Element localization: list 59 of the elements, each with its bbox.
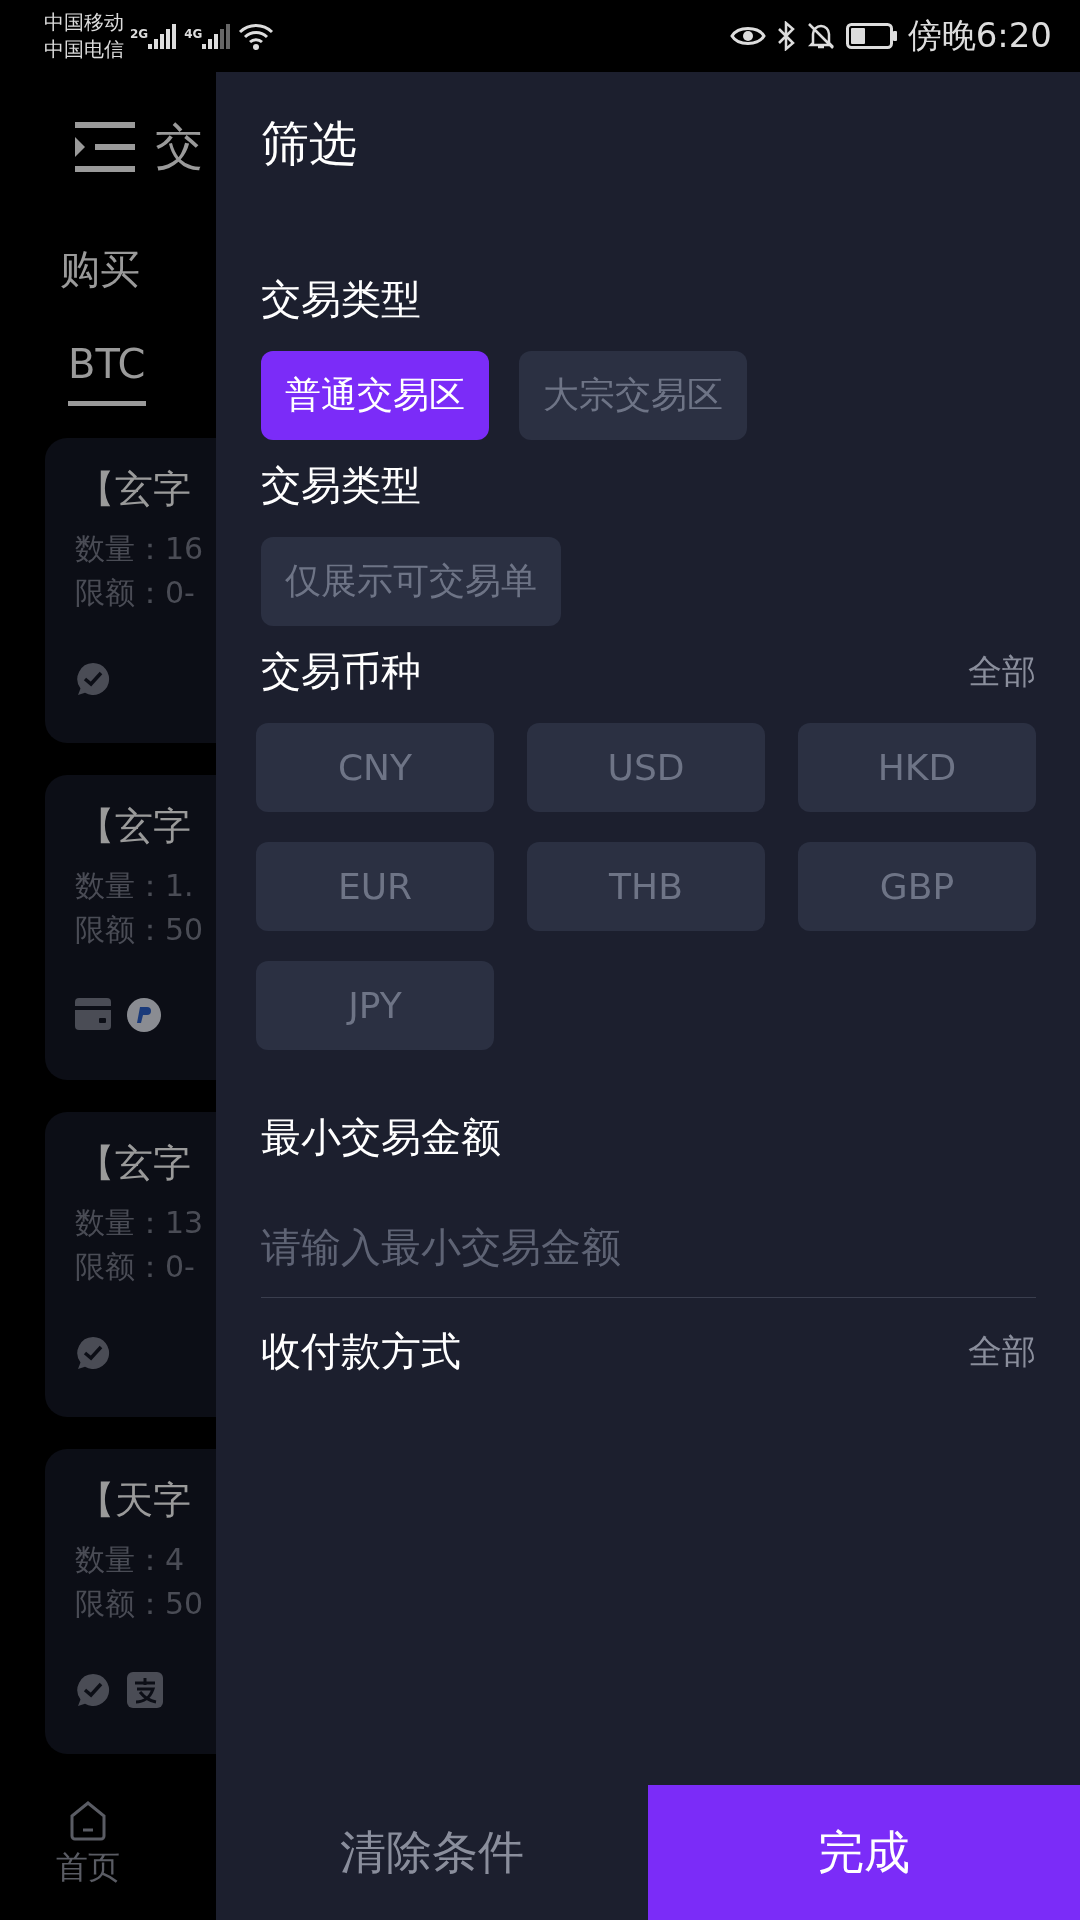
battery-icon [845,23,898,49]
listing-name: 【玄字 [77,803,192,850]
chat-check-icon [75,1672,111,1708]
amount-input-field[interactable]: 请输入最小交易金额 [261,1197,1036,1298]
filter-chip[interactable]: EUR [256,842,494,931]
listing-quantity: 数量：13 [75,1204,205,1242]
carrier-name: 中国电信 [44,36,124,63]
filter-chip[interactable]: THB [527,842,765,931]
section-heading: 交易币种 [261,647,421,696]
filter-chip[interactable]: JPY [256,961,494,1050]
listing-limit: 限额：0- [75,1248,196,1286]
section-heading: 收付款方式 [261,1327,461,1376]
listing-name: 【天字 [77,1477,192,1524]
listing-card[interactable]: 【玄字 数量：16 限额：0- [45,438,216,743]
listing-limit: 限额：50 [75,1585,205,1623]
listing-quantity: 数量：1. [75,867,195,905]
network-type: 2G [130,27,149,41]
coin-tab[interactable]: BTC [68,341,146,406]
filter-chip[interactable]: GBP [798,842,1036,931]
listing-quantity: 数量：4 [75,1541,186,1579]
nav-label[interactable]: 首页 [56,1846,120,1890]
wifi-icon [238,22,275,50]
filter-chip[interactable]: USD [527,723,765,812]
chat-check-icon [75,661,111,697]
filter-chip[interactable]: 普通交易区 [261,351,489,440]
signal-icon [148,23,179,49]
listing-name: 【玄字 [77,1140,192,1187]
drawer-title: 筛选 [261,114,358,173]
section-heading: 交易类型 [261,461,421,510]
filter-chip[interactable]: HKD [798,723,1036,812]
listing-limit: 限额：0- [75,574,196,612]
home-icon[interactable] [68,1800,108,1842]
listing-card[interactable]: 【天字 数量：4 限额：50 [45,1449,216,1754]
done-button[interactable]: 完成 [648,1785,1080,1920]
section-heading: 最小交易金额 [261,1113,501,1162]
listing-card[interactable]: 【玄字 数量：13 限额：0- [45,1112,216,1417]
card-icon [75,998,111,1030]
signal-icon [202,23,233,49]
all-link[interactable]: 全部 [968,1328,1036,1375]
bluetooth-icon [775,21,796,51]
chat-check-icon [75,1335,111,1371]
listing-quantity: 数量：16 [75,530,205,568]
trade-tab[interactable]: 购买 [0,242,216,297]
filter-chip[interactable]: CNY [256,723,494,812]
listing-name: 【玄字 [77,466,192,513]
coin-icon [127,998,161,1032]
listing-limit: 限额：50 [75,911,205,949]
filter-chip[interactable]: 仅展示可交易单 [261,537,561,626]
filter-chip[interactable]: 大宗交易区 [519,351,747,440]
all-link[interactable]: 全部 [968,648,1036,695]
payment-square-icon [127,1672,163,1708]
listing-card[interactable]: 【玄字 数量：1. 限额：50 [45,775,216,1080]
carrier-name: 中国移动 [44,9,124,36]
clock-time: 傍晚6:20 [907,14,1052,57]
section-heading: 交易类型 [261,275,421,324]
network-type: 4G [184,27,203,41]
bell-off-icon [805,21,836,51]
menu-icon[interactable] [75,122,135,172]
page-title: 交 [155,117,203,176]
